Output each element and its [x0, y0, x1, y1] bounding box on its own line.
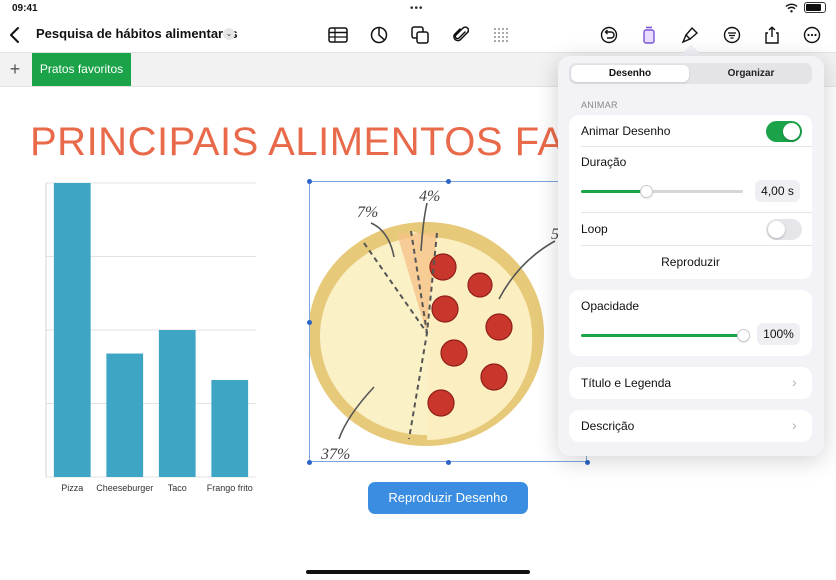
category-label: Pizza: [61, 483, 83, 493]
category-label: Taco: [168, 483, 187, 493]
category-label: Frango frito: [207, 483, 253, 493]
bar-frango-frito: [211, 379, 249, 477]
filter-icon[interactable]: [721, 24, 743, 46]
section-header-animate: ANIMAR: [581, 100, 618, 110]
multitasking-dots[interactable]: •••: [410, 3, 424, 14]
tab-arrange[interactable]: Organizar: [691, 65, 811, 82]
opacity-slider-thumb[interactable]: [738, 330, 749, 341]
brush-icon[interactable]: [679, 24, 701, 46]
resize-handle-top-left[interactable]: [307, 179, 312, 184]
back-icon[interactable]: [8, 26, 22, 44]
play-drawing-button[interactable]: Reproduzir Desenho: [368, 482, 528, 514]
chevron-right-icon: ›: [792, 374, 797, 390]
attachment-icon[interactable]: [450, 24, 472, 46]
shapes-icon[interactable]: [409, 24, 431, 46]
animate-drawing-label: Animar Desenho: [581, 124, 671, 138]
opacity-slider-fill: [581, 334, 743, 337]
animate-drawing-toggle[interactable]: [766, 121, 802, 142]
divider: [581, 146, 812, 147]
share-icon[interactable]: [761, 24, 783, 46]
selection-frame: [309, 181, 587, 462]
bar-cheeseburger: [106, 353, 144, 477]
loop-label: Loop: [581, 222, 608, 236]
sheet-tab-favorite-dishes[interactable]: Pratos favoritos: [32, 53, 131, 86]
format-icon[interactable]: [638, 24, 660, 46]
duration-value[interactable]: 4,00 s: [755, 180, 800, 202]
status-indicators: [785, 2, 826, 13]
duration-slider-fill: [581, 190, 646, 193]
more-icon[interactable]: [801, 24, 823, 46]
chart-icon[interactable]: [368, 24, 390, 46]
resize-handle-top[interactable]: [446, 179, 451, 184]
title-caption-label: Título e Legenda: [581, 376, 672, 390]
chevron-down-icon[interactable]: ⌄: [223, 28, 235, 40]
undo-icon[interactable]: [598, 24, 620, 46]
status-time: 09:41: [12, 3, 38, 14]
category-label: Cheeseburger: [96, 483, 153, 493]
description-label: Descrição: [581, 419, 635, 433]
toolbar: Pesquisa de hábitos alimentares ⌄: [0, 18, 836, 52]
home-indicator[interactable]: [306, 570, 530, 574]
resize-handle-bottom[interactable]: [446, 460, 451, 465]
resize-handle-bottom-right[interactable]: [585, 460, 590, 465]
document-title[interactable]: Pesquisa de hábitos alimentares: [36, 26, 238, 41]
resize-handle-bottom-left[interactable]: [307, 460, 312, 465]
toggle-knob: [783, 123, 800, 140]
play-animation-button[interactable]: Reproduzir: [569, 255, 812, 269]
opacity-value[interactable]: 100%: [757, 323, 800, 345]
table-icon[interactable]: [327, 24, 349, 46]
opacity-label: Opacidade: [581, 299, 640, 313]
duration-label: Duração: [581, 155, 627, 169]
grid-icon[interactable]: [490, 24, 512, 46]
tab-drawing[interactable]: Desenho: [571, 65, 689, 82]
toggle-knob: [768, 221, 785, 238]
bar-taco: [158, 330, 196, 477]
add-sheet-button[interactable]: +: [6, 59, 24, 80]
divider: [581, 212, 812, 213]
divider: [581, 245, 812, 246]
bar-pizza: [53, 183, 91, 477]
resize-handle-left[interactable]: [307, 320, 312, 325]
bar-chart[interactable]: Pizza Cheeseburger Taco Frango frito: [30, 175, 270, 495]
sheet-title[interactable]: PRINCIPAIS ALIMENTOS FAVO: [30, 120, 620, 165]
loop-toggle[interactable]: [766, 219, 802, 240]
duration-slider-thumb[interactable]: [640, 186, 652, 197]
battery-icon: [804, 2, 826, 13]
wifi-icon: [785, 3, 798, 12]
chevron-right-icon: ›: [792, 417, 797, 433]
